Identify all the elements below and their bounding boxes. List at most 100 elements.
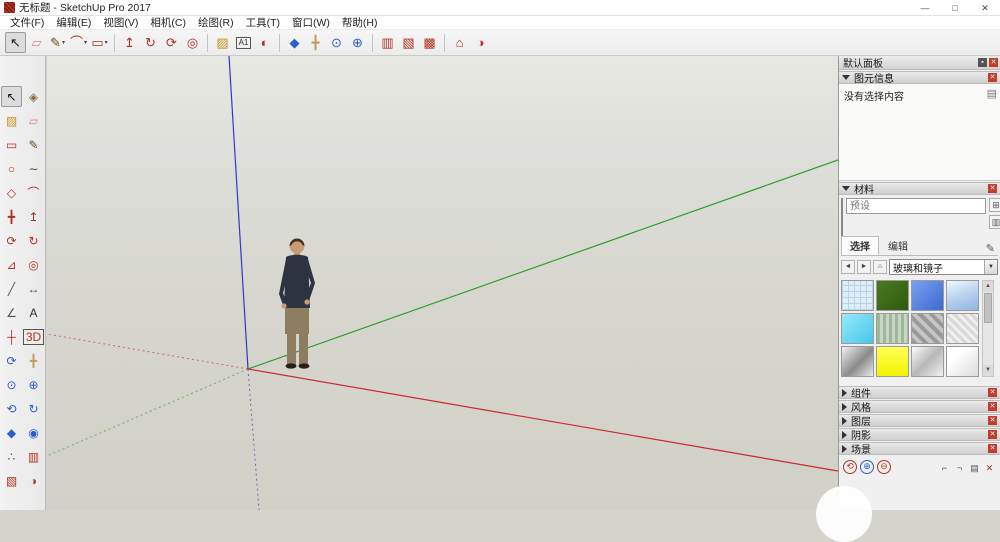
material-swatch-yellow-glass[interactable] — [876, 346, 909, 377]
lt-eraser-button[interactable]: ▱ — [23, 110, 44, 131]
text-tool-button[interactable]: A1 — [233, 32, 254, 53]
section-close-icon[interactable]: ✕ — [988, 416, 997, 425]
minimize-button[interactable]: — — [910, 0, 940, 15]
lt-freehand-button[interactable]: ∼ — [23, 158, 44, 179]
material-swatch-translucent-glass-grid[interactable] — [841, 280, 874, 311]
material-swatch-sky-reflective-glass[interactable] — [946, 280, 979, 311]
section-fill-display-button[interactable]: ▩ — [419, 32, 440, 53]
shadows-toggle-button[interactable]: ◑ — [470, 32, 491, 53]
pan-tool-button[interactable]: ╋ — [305, 32, 326, 53]
chevron-down-icon[interactable]: ▼ — [984, 260, 997, 274]
tray-refresh-button[interactable]: ⟲ — [843, 460, 857, 474]
tab-select[interactable]: 选择 — [841, 236, 879, 255]
lt-arc-button[interactable]: ⌒ — [23, 182, 44, 203]
lt-rectangle-button[interactable]: ▭ — [1, 134, 22, 155]
dropdown-caret-icon[interactable]: ▾ — [84, 39, 87, 46]
lt-section-plane-button[interactable]: ▥ — [23, 446, 44, 467]
lt-walk-button[interactable]: ∴ — [1, 446, 22, 467]
tray-add-button[interactable]: ⊕ — [860, 460, 874, 474]
menu-view[interactable]: 视图(V) — [97, 16, 144, 30]
section-shadows[interactable]: 阴影 ✕ — [839, 428, 1000, 442]
viewport-canvas[interactable] — [47, 56, 838, 510]
lt-look-around-button[interactable]: ◉ — [23, 422, 44, 443]
tray-header[interactable]: 默认面板 ▪ ✕ — [839, 56, 1000, 70]
eraser-tool-button[interactable]: ▱ — [26, 32, 47, 53]
lt-axes-button[interactable]: ┼ — [1, 326, 22, 347]
material-swatch-mirror-gradient[interactable] — [841, 346, 874, 377]
views-tool-button[interactable]: ⌂ — [449, 32, 470, 53]
create-material-icon[interactable]: ⊞ — [989, 198, 1000, 212]
section-plane-tool-button[interactable]: ▥ — [377, 32, 398, 53]
entity-info-close-icon[interactable]: ✕ — [988, 73, 997, 82]
section-close-icon[interactable]: ✕ — [988, 444, 997, 453]
lt-pan-button[interactable]: ╋ — [23, 350, 44, 371]
forward-arrow-icon[interactable]: ► — [857, 260, 871, 274]
entity-detail-toggle-icon[interactable]: ▤ — [987, 87, 997, 100]
lt-position-camera-button[interactable]: ◆ — [1, 422, 22, 443]
tray-close-button[interactable]: ✕ — [983, 461, 996, 474]
scrollbar-track[interactable] — [983, 324, 993, 365]
lt-protractor-button[interactable]: ∠ — [1, 302, 22, 323]
lt-circle-button[interactable]: ○ — [1, 158, 22, 179]
section-materials[interactable]: 材料 ✕ — [839, 182, 1000, 196]
lt-polygon-button[interactable]: ◇ — [1, 182, 22, 203]
tab-edit[interactable]: 编辑 — [879, 236, 917, 255]
lt-push-pull-button[interactable]: ↥ — [23, 206, 44, 227]
tray-panel-list-button[interactable]: ▤ — [968, 461, 981, 474]
lt-3d-text-button[interactable]: 3D — [22, 326, 45, 347]
in-model-home-icon[interactable]: ⌂ — [873, 260, 887, 274]
section-styles[interactable]: 风格 ✕ — [839, 400, 1000, 414]
section-entity-info[interactable]: 图元信息 ✕ — [839, 71, 1000, 85]
tray-pin-icon[interactable]: ▪ — [978, 58, 987, 67]
zoom-extents-tool-button[interactable]: ⊕ — [347, 32, 368, 53]
person-figure[interactable] — [279, 238, 315, 369]
lt-tape-measure-button[interactable]: ╱ — [1, 278, 22, 299]
lt-orbit-button[interactable]: ⟳ — [1, 350, 22, 371]
lt-section-cut-button[interactable]: ▧ — [1, 470, 22, 491]
menu-help[interactable]: 帮助(H) — [336, 16, 384, 30]
menu-draw[interactable]: 绘图(R) — [192, 16, 240, 30]
dropdown-caret-icon[interactable]: ▾ — [105, 39, 108, 46]
maximize-button[interactable]: □ — [940, 0, 970, 15]
lt-follow-me-button[interactable]: ↻ — [23, 230, 44, 251]
rotate-tool-button[interactable]: ⟳ — [161, 32, 182, 53]
section-close-icon[interactable]: ✕ — [988, 402, 997, 411]
orbit-tool-button[interactable]: ◐ — [254, 32, 275, 53]
tray-dock-right-button[interactable]: ¬ — [953, 461, 966, 474]
rectangle-tool-button[interactable]: ▭ ▾ — [89, 32, 110, 53]
tray-dock-left-button[interactable]: ⌐ — [938, 461, 951, 474]
lt-make-component-button[interactable]: ◈ — [23, 86, 44, 107]
line-tool-button[interactable]: ✎ ▾ — [47, 32, 68, 53]
lt-line-button[interactable]: ✎ — [23, 134, 44, 155]
material-name-input[interactable] — [846, 198, 986, 214]
menu-window[interactable]: 窗口(W) — [286, 16, 336, 30]
material-swatch-dark-green-glass[interactable] — [876, 280, 909, 311]
menu-file[interactable]: 文件(F) — [4, 16, 50, 30]
material-swatch-light-obscure-glass[interactable] — [946, 313, 979, 344]
back-arrow-icon[interactable]: ◄ — [841, 260, 855, 274]
lt-scale-button[interactable]: ⊿ — [1, 254, 22, 275]
material-swatch-white-glass[interactable] — [946, 346, 979, 377]
sample-paint-icon[interactable]: ✎ — [986, 242, 998, 255]
lt-zoom-next-button[interactable]: ↻ — [23, 398, 44, 419]
scroll-up-icon[interactable]: ▲ — [983, 281, 993, 292]
lt-zoom-extents-button[interactable]: ⊕ — [23, 374, 44, 395]
section-components[interactable]: 组件 ✕ — [839, 386, 1000, 400]
lt-select-button[interactable]: ↖ — [1, 86, 22, 107]
section-close-icon[interactable]: ✕ — [988, 430, 997, 439]
menu-camera[interactable]: 相机(C) — [144, 16, 192, 30]
close-button[interactable]: ✕ — [970, 0, 1000, 15]
material-preview-thumbnail[interactable] — [841, 198, 843, 236]
lt-paint-bucket-button[interactable]: ▨ — [1, 110, 22, 131]
select-tool-button[interactable]: ↖ — [5, 32, 26, 53]
section-close-icon[interactable]: ✕ — [988, 388, 997, 397]
scroll-down-icon[interactable]: ▼ — [983, 365, 993, 376]
material-swatch-silver-mirror[interactable] — [911, 346, 944, 377]
lt-move-button[interactable]: ╋ — [1, 206, 22, 227]
scrollbar-thumb[interactable] — [984, 293, 992, 323]
section-scenes[interactable]: 场景 ✕ — [839, 442, 1000, 456]
lt-zoom-button[interactable]: ⊙ — [1, 374, 22, 395]
material-swatch-green-striped-glass[interactable] — [876, 313, 909, 344]
offset-tool-button[interactable]: ◎ — [182, 32, 203, 53]
section-cut-display-button[interactable]: ▧ — [398, 32, 419, 53]
